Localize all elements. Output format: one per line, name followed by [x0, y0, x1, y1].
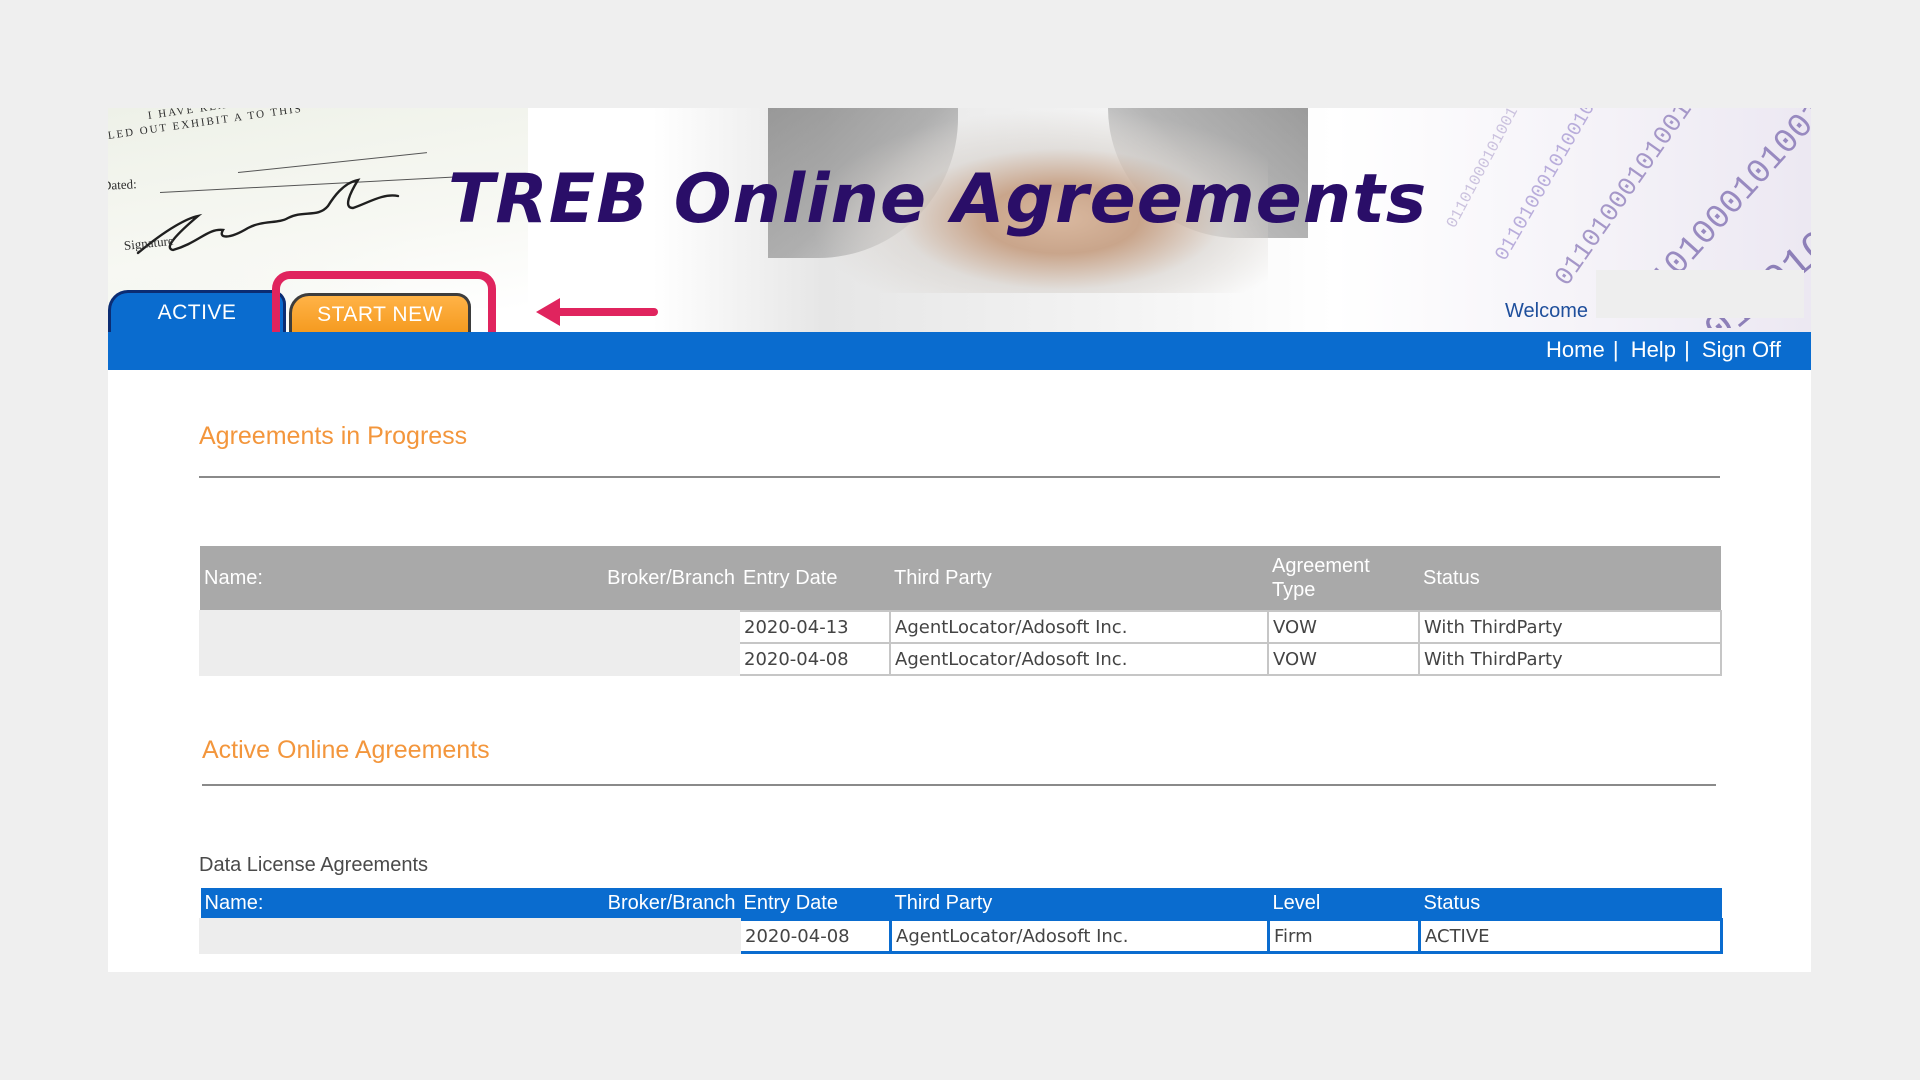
- arrow-annotation-icon: [536, 298, 658, 326]
- section-divider: [199, 476, 1720, 478]
- nav-links: Home | Help | Sign Off: [1546, 337, 1781, 363]
- redacted-name-cell: [199, 918, 741, 954]
- top-navbar: Home | Help | Sign Off: [108, 332, 1811, 370]
- table-row[interactable]: 2020-04-08 AgentLocator/Adosoft Inc. Fir…: [199, 918, 1723, 954]
- third-party-cell: AgentLocator/Adosoft Inc.: [889, 918, 1270, 954]
- section-title-active: Active Online Agreements: [202, 736, 490, 764]
- header-broker: Broker/Branch: [607, 567, 735, 589]
- status-cell: With ThirdParty: [1418, 642, 1722, 676]
- header-status: Status: [1419, 546, 1721, 611]
- welcome-label: Welcome: [1505, 300, 1588, 322]
- header-status: Status: [1419, 888, 1722, 920]
- header-level: Level: [1268, 888, 1420, 920]
- redacted-name-cell: [199, 642, 740, 676]
- nav-home-link[interactable]: Home: [1546, 337, 1605, 362]
- status-cell: With ThirdParty: [1418, 610, 1722, 644]
- header-broker: Broker/Branch: [607, 892, 736, 914]
- nav-help-link[interactable]: Help: [1631, 337, 1676, 362]
- entry-date-cell: 2020-04-08: [738, 642, 891, 676]
- agreement-type-cell: VOW: [1267, 610, 1420, 644]
- column-header: Name: Broker/Branch: [200, 888, 740, 920]
- signature-image: [136, 178, 400, 255]
- entry-date-cell: 2020-04-08: [738, 918, 892, 954]
- header-name: Name:: [204, 567, 263, 589]
- header-entry-date: Entry Date: [739, 546, 890, 611]
- third-party-cell: AgentLocator/Adosoft Inc.: [889, 642, 1269, 676]
- header-entry-date: Entry Date: [739, 888, 891, 920]
- in-progress-table: Name: Broker/Branch Entry Date Third Par…: [199, 546, 1722, 676]
- page-title: TREB Online Agreements: [448, 160, 1428, 239]
- column-header: Name: Broker/Branch: [200, 546, 739, 611]
- header-third-party: Third Party: [890, 546, 1268, 611]
- active-agreements-table: Name: Broker/Branch Entry Date Third Par…: [199, 888, 1723, 954]
- header-agreement-type: Agreement Type: [1268, 546, 1419, 611]
- app-frame: I HAVE READ LED OUT EXHIBIT A TO THIS Da…: [108, 108, 1811, 972]
- redacted-name-cell: [199, 610, 740, 644]
- third-party-cell: AgentLocator/Adosoft Inc.: [889, 610, 1269, 644]
- table-row[interactable]: 2020-04-08 AgentLocator/Adosoft Inc. VOW…: [199, 642, 1722, 676]
- agreement-type-cell: VOW: [1267, 642, 1420, 676]
- section-divider: [202, 784, 1716, 786]
- nav-separator: |: [1612, 337, 1619, 362]
- level-cell: Firm: [1267, 918, 1421, 954]
- nav-separator: |: [1684, 337, 1690, 362]
- subsection-title: Data License Agreements: [199, 854, 429, 876]
- header-name: Name:: [204, 892, 264, 914]
- redacted-username: [1596, 270, 1804, 318]
- nav-sign-off-link[interactable]: Sign Off: [1702, 337, 1781, 362]
- tab-active[interactable]: ACTIVE: [108, 290, 286, 332]
- section-title-in-progress: Agreements in Progress: [199, 422, 468, 450]
- entry-date-cell: 2020-04-13: [738, 610, 891, 644]
- status-cell: ACTIVE: [1418, 918, 1723, 954]
- header-third-party: Third Party: [890, 888, 1269, 920]
- table-row[interactable]: 2020-04-13 AgentLocator/Adosoft Inc. VOW…: [199, 610, 1722, 644]
